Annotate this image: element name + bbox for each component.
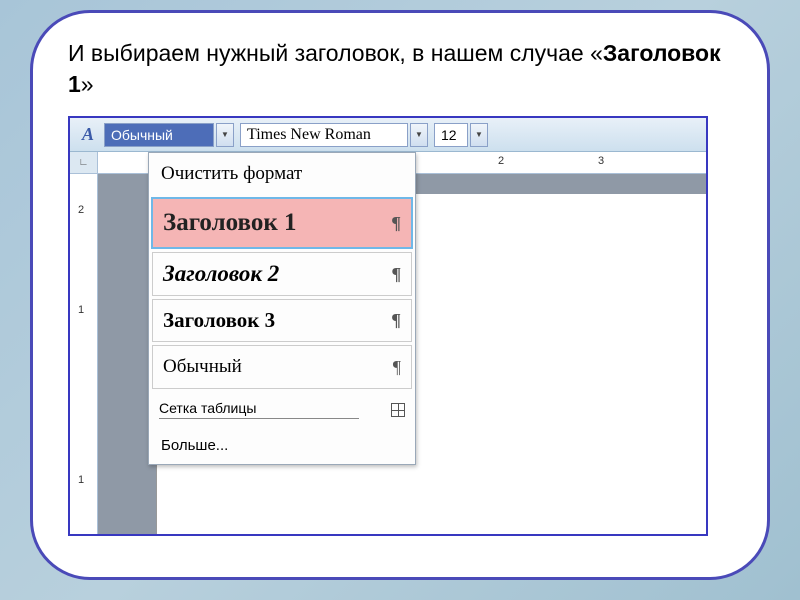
ruler-tick: 3 xyxy=(598,155,604,167)
pilcrow-icon: ¶ xyxy=(391,310,401,331)
dropdown-item-label: Сетка таблицы xyxy=(159,400,359,419)
pilcrow-icon: ¶ xyxy=(391,213,401,234)
font-selector-value: Times New Roman xyxy=(247,126,371,144)
styles-icon[interactable]: A xyxy=(74,122,102,148)
dropdown-item-label: Заголовок 2 xyxy=(163,261,279,287)
font-size-selector[interactable]: 12 xyxy=(434,123,468,147)
dropdown-item-label: Больше... xyxy=(161,437,228,454)
dropdown-heading-2[interactable]: Заголовок 2 ¶ xyxy=(152,252,412,296)
formatting-toolbar: A Обычный ▼ Times New Roman ▼ 12 ▼ xyxy=(70,118,706,152)
pilcrow-icon: ¶ xyxy=(393,357,401,378)
dropdown-more[interactable]: Больше... xyxy=(149,427,415,464)
dropdown-item-label: Заголовок 1 xyxy=(163,209,296,237)
table-icon xyxy=(391,403,405,417)
ruler-tick: 2 xyxy=(498,155,504,167)
ruler-tick: 1 xyxy=(78,474,84,486)
ruler-tick: 1 xyxy=(78,304,84,316)
dropdown-clear-format[interactable]: Очистить формат xyxy=(149,153,415,195)
dropdown-item-label: Заголовок 3 xyxy=(163,308,275,333)
slide-frame: И выбираем нужный заголовок, в нашем слу… xyxy=(30,10,770,580)
style-selector-value: Обычный xyxy=(111,127,173,143)
instruction-text: И выбираем нужный заголовок, в нашем слу… xyxy=(68,38,732,100)
style-selector[interactable]: Обычный xyxy=(104,123,214,147)
style-dropdown-menu: Очистить формат Заголовок 1 ¶ Заголовок … xyxy=(148,152,416,465)
dropdown-normal[interactable]: Обычный ¶ xyxy=(152,345,412,389)
ruler-tick: 2 xyxy=(78,204,84,216)
dropdown-heading-1[interactable]: Заголовок 1 ¶ xyxy=(151,197,413,249)
font-dropdown-button[interactable]: ▼ xyxy=(410,123,428,147)
instruction-prefix: И выбираем нужный заголовок, в нашем слу… xyxy=(68,40,603,66)
font-size-value: 12 xyxy=(441,127,457,143)
vertical-ruler[interactable]: 2 1 1 xyxy=(70,174,98,534)
dropdown-item-label: Обычный xyxy=(163,356,242,378)
dropdown-table-grid[interactable]: Сетка таблицы xyxy=(149,392,415,427)
font-selector[interactable]: Times New Roman xyxy=(240,123,408,147)
style-dropdown-button[interactable]: ▼ xyxy=(216,123,234,147)
size-dropdown-button[interactable]: ▼ xyxy=(470,123,488,147)
dropdown-item-label: Очистить формат xyxy=(161,163,302,185)
dropdown-heading-3[interactable]: Заголовок 3 ¶ xyxy=(152,299,412,342)
instruction-suffix: » xyxy=(81,71,94,97)
ruler-corner: ∟ xyxy=(70,152,98,173)
pilcrow-icon: ¶ xyxy=(392,264,401,285)
app-screenshot: A Обычный ▼ Times New Roman ▼ 12 ▼ ∟ 1 2… xyxy=(68,116,708,536)
